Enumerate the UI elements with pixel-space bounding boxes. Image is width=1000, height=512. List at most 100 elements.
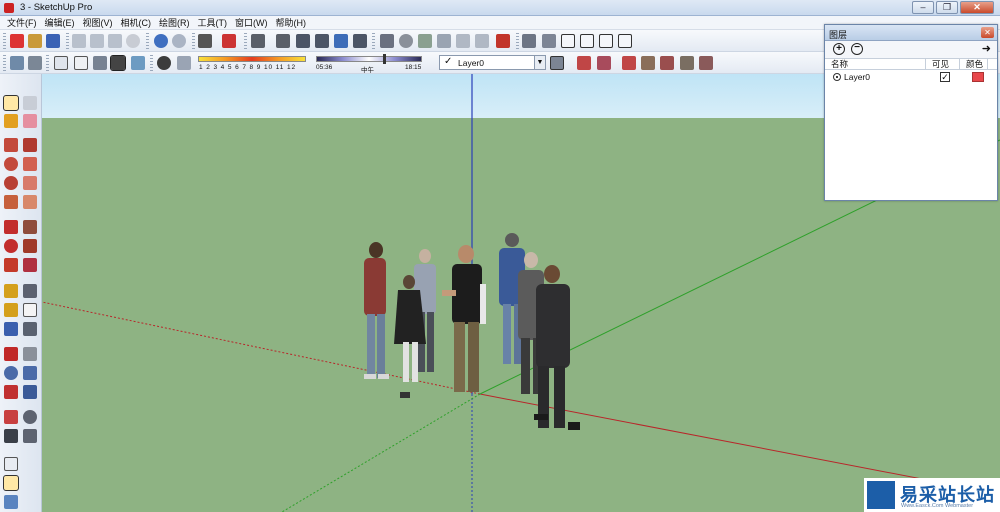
paint-bucket-icon[interactable] bbox=[4, 114, 18, 128]
previous-view-icon[interactable] bbox=[23, 385, 37, 399]
shaded-icon[interactable] bbox=[93, 56, 107, 70]
layer-row[interactable]: Layer0 ✓ bbox=[825, 70, 997, 84]
component-icon[interactable] bbox=[522, 34, 536, 48]
time-slider-thumb[interactable] bbox=[382, 54, 386, 64]
select-tool-icon[interactable] bbox=[3, 95, 19, 111]
menu-view[interactable]: 视图(V) bbox=[80, 16, 118, 29]
flip-edge-icon[interactable] bbox=[475, 34, 489, 48]
rotate-tool-icon[interactable] bbox=[4, 239, 18, 253]
layer-dropdown[interactable]: ✓ Layer0 ▼ bbox=[439, 55, 546, 70]
column-visible[interactable]: 可见 bbox=[926, 59, 960, 69]
walk-tool-icon[interactable] bbox=[4, 429, 18, 443]
redo-icon[interactable] bbox=[172, 34, 186, 48]
3d-text-icon[interactable] bbox=[23, 322, 37, 336]
section-plane-icon[interactable] bbox=[577, 56, 591, 70]
menu-draw[interactable]: 绘图(R) bbox=[156, 16, 195, 29]
protractor-icon[interactable] bbox=[4, 303, 18, 317]
stamp-icon[interactable] bbox=[418, 34, 432, 48]
offset-tool-icon[interactable] bbox=[23, 220, 37, 234]
pan-tool-icon[interactable] bbox=[23, 347, 37, 361]
share-model-icon[interactable] bbox=[580, 34, 594, 48]
make-component-icon[interactable] bbox=[23, 96, 37, 110]
drape-icon[interactable] bbox=[437, 34, 451, 48]
front-view-icon[interactable] bbox=[296, 34, 310, 48]
house-icon[interactable] bbox=[561, 34, 575, 48]
hidden-line-icon[interactable] bbox=[74, 56, 88, 70]
cut-icon[interactable] bbox=[72, 34, 86, 48]
model-info-icon[interactable] bbox=[222, 34, 236, 48]
remove-layer-icon[interactable]: − bbox=[851, 43, 863, 55]
save-icon[interactable] bbox=[46, 34, 60, 48]
layer-manager-icon[interactable] bbox=[550, 56, 564, 70]
maximize-button[interactable]: ❐ bbox=[936, 1, 958, 14]
shaded-textures-icon[interactable] bbox=[110, 55, 126, 71]
person-figure[interactable] bbox=[442, 245, 486, 392]
smoove-icon[interactable] bbox=[496, 34, 510, 48]
paste-icon[interactable] bbox=[108, 34, 122, 48]
menu-tools[interactable]: 工具(T) bbox=[195, 16, 233, 29]
print-icon[interactable] bbox=[198, 34, 212, 48]
left-view-icon[interactable] bbox=[353, 34, 367, 48]
details-arrow-icon[interactable]: ➜ bbox=[982, 42, 991, 55]
back-edges-icon[interactable] bbox=[28, 56, 42, 70]
menu-edit[interactable]: 编辑(E) bbox=[42, 16, 80, 29]
back-view-icon[interactable] bbox=[334, 34, 348, 48]
move-tool-icon[interactable] bbox=[4, 220, 18, 234]
display-section-icon[interactable] bbox=[597, 56, 611, 70]
line-tool-icon[interactable] bbox=[23, 138, 37, 152]
chevron-down-icon[interactable]: ▼ bbox=[534, 56, 545, 69]
new-file-icon[interactable] bbox=[10, 34, 24, 48]
xray-icon[interactable] bbox=[10, 56, 24, 70]
rectangle-tool-icon[interactable] bbox=[4, 138, 18, 152]
menu-window[interactable]: 窗口(W) bbox=[232, 16, 273, 29]
wireframe-icon[interactable] bbox=[54, 56, 68, 70]
zoom-tool-icon[interactable] bbox=[4, 366, 18, 380]
layer-visible-checkbox[interactable]: ✓ bbox=[940, 72, 950, 82]
toolbar-grip[interactable] bbox=[3, 55, 6, 71]
eraser-icon[interactable] bbox=[23, 114, 37, 128]
orbit-tool-icon[interactable] bbox=[4, 347, 18, 361]
polygon-tool-icon[interactable] bbox=[4, 176, 18, 190]
push-pull-icon[interactable] bbox=[4, 195, 18, 209]
get-models-icon[interactable] bbox=[599, 34, 613, 48]
position-camera-tool-icon[interactable] bbox=[4, 410, 18, 424]
add-detail-icon[interactable] bbox=[456, 34, 470, 48]
shadow-toggle-icon[interactable] bbox=[157, 56, 171, 70]
open-folder-icon[interactable] bbox=[28, 34, 42, 48]
sandbox-icon[interactable] bbox=[399, 34, 413, 48]
dimension-tool-icon[interactable] bbox=[23, 284, 37, 298]
menu-help[interactable]: 帮助(H) bbox=[273, 16, 312, 29]
share-component-icon[interactable] bbox=[618, 34, 632, 48]
erase-icon[interactable] bbox=[126, 34, 140, 48]
follow-path-icon[interactable] bbox=[23, 239, 37, 253]
top-view-icon[interactable] bbox=[276, 34, 290, 48]
monochrome-icon[interactable] bbox=[131, 56, 145, 70]
copy-icon[interactable] bbox=[90, 34, 104, 48]
column-name[interactable]: 名称 bbox=[825, 59, 926, 69]
layer-color-swatch[interactable] bbox=[972, 72, 984, 82]
section-cut-icon[interactable] bbox=[699, 56, 713, 70]
warehouse-icon[interactable] bbox=[542, 34, 556, 48]
tape-measure-icon[interactable] bbox=[4, 284, 18, 298]
arc-tool-icon[interactable] bbox=[23, 157, 37, 171]
walk-icon[interactable] bbox=[680, 56, 694, 70]
zoom-extents-icon[interactable] bbox=[4, 385, 18, 399]
time-slider[interactable] bbox=[316, 56, 422, 62]
sandbox-tool-icon[interactable] bbox=[4, 457, 18, 471]
text-tool-icon[interactable] bbox=[23, 303, 37, 317]
active-layer-radio[interactable] bbox=[833, 73, 841, 81]
date-slider[interactable] bbox=[198, 56, 306, 62]
undo-icon[interactable] bbox=[154, 34, 168, 48]
circle-tool-icon[interactable] bbox=[4, 157, 18, 171]
close-button[interactable]: ✕ bbox=[960, 1, 994, 14]
fog-icon[interactable] bbox=[177, 56, 191, 70]
column-color[interactable]: 颜色 bbox=[960, 59, 988, 69]
right-view-icon[interactable] bbox=[315, 34, 329, 48]
walkthrough-icon[interactable] bbox=[622, 56, 636, 70]
from-contours-icon[interactable] bbox=[3, 475, 19, 491]
look-around-icon[interactable] bbox=[660, 56, 674, 70]
zoom-window-icon[interactable] bbox=[23, 366, 37, 380]
add-layer-icon[interactable]: + bbox=[833, 43, 845, 55]
person-figure[interactable] bbox=[364, 242, 389, 379]
person-figure[interactable] bbox=[534, 265, 580, 430]
